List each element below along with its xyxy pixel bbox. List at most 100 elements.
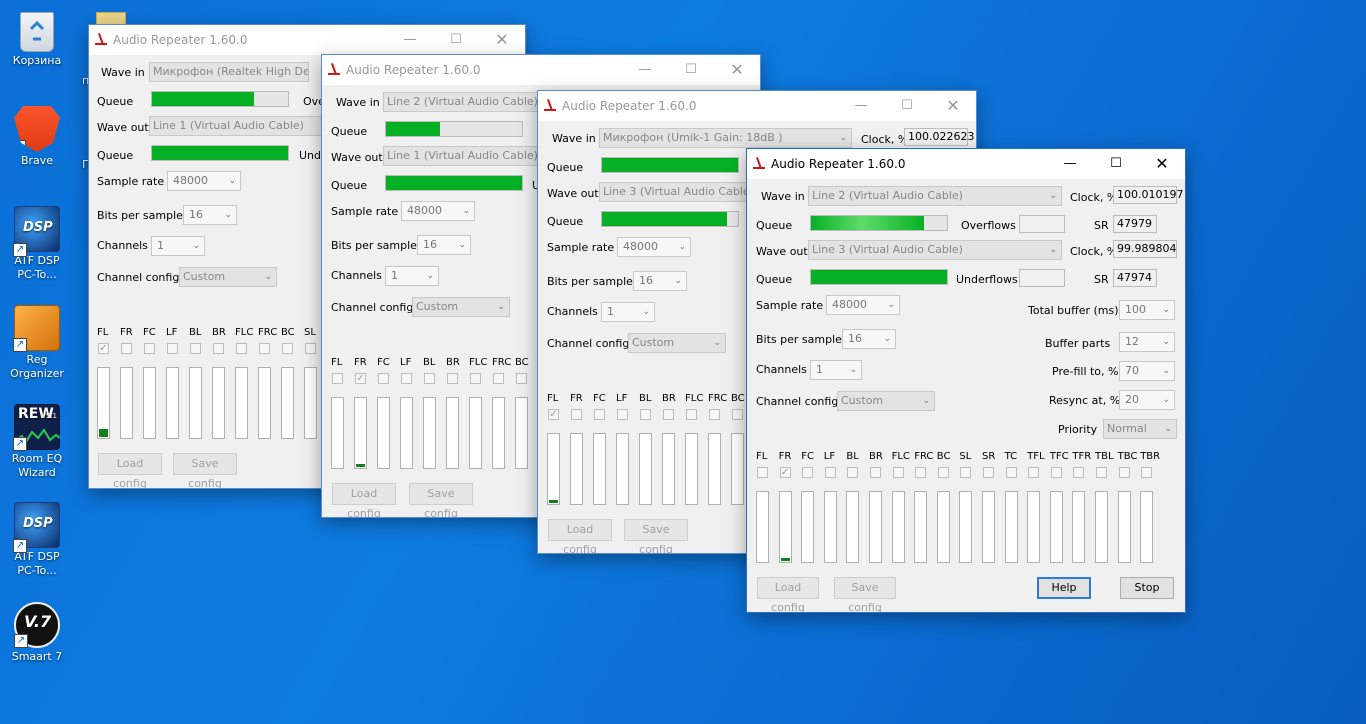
channel-checkbox-sl[interactable] <box>305 343 316 354</box>
channels-select[interactable]: 1 ⌄ <box>810 360 862 380</box>
maximize-button[interactable]: ☐ <box>668 55 714 85</box>
channel-checkbox-tc[interactable] <box>1005 467 1017 478</box>
wave-in-select[interactable]: Микрофон (Realtek High Definiti <box>149 62 309 82</box>
channel-config-select[interactable]: Custom ⌄ <box>628 333 726 353</box>
channel-checkbox-frc[interactable] <box>493 373 504 384</box>
channel-checkbox-tfc[interactable] <box>1050 467 1062 478</box>
channel-checkbox-br[interactable] <box>213 343 224 354</box>
bits-select[interactable]: 16 ⌄ <box>633 271 687 291</box>
wave-out-select[interactable]: Line 3 (Virtual Audio Cable) <box>599 182 749 202</box>
help-button[interactable]: Help <box>1037 577 1091 599</box>
channel-checkbox-tfl[interactable] <box>1028 467 1040 478</box>
channel-checkbox-bl[interactable] <box>424 373 435 384</box>
channels-select[interactable]: 1 ⌄ <box>151 236 205 256</box>
channel-checkbox-sl[interactable] <box>960 467 972 478</box>
sample-rate-select[interactable]: 48000 ⌄ <box>167 171 241 191</box>
channel-checkbox-tbl[interactable] <box>1096 467 1107 478</box>
close-button[interactable]: ✕ <box>1139 149 1185 179</box>
load-config-button[interactable]: Load config <box>548 519 612 553</box>
desktop-icon-atf-dsp-1[interactable]: DSP ↗ ATF DSP PC-To... <box>6 206 68 282</box>
wave-in-select[interactable]: Line 2 (Virtual Audio Cable) <box>383 92 543 112</box>
channel-checkbox-lf[interactable] <box>824 467 836 478</box>
channel-checkbox-flc[interactable] <box>892 467 904 478</box>
channel-checkbox-tbr[interactable] <box>1141 467 1153 478</box>
wave-in-select[interactable]: Микрофон (Umik-1 Gain: 18dB ) ⌄ <box>599 128 852 148</box>
desktop-icon-atf-dsp-2[interactable]: DSP ↗ ATF DSP PC-To... <box>6 502 68 578</box>
wave-out-select[interactable]: Line 1 (Virtual Audio Cable) <box>149 116 329 136</box>
channel-checkbox-frc[interactable] <box>259 343 270 354</box>
title-bar[interactable]: Audio Repeater 1.60.0 — ☐ ✕ <box>322 55 760 85</box>
channel-checkbox-sr[interactable] <box>983 467 994 478</box>
channel-checkbox-tfr[interactable] <box>1073 467 1085 478</box>
maximize-button[interactable]: ☐ <box>884 91 930 121</box>
channel-checkbox-br[interactable] <box>663 409 674 420</box>
close-button[interactable]: ✕ <box>930 91 976 121</box>
sample-rate-select[interactable]: 48000 ⌄ <box>617 237 691 257</box>
wave-out-select[interactable]: Line 1 (Virtual Audio Cable) <box>383 146 543 166</box>
channel-checkbox-frc[interactable] <box>915 467 927 478</box>
channel-checkbox-flc[interactable] <box>686 409 697 420</box>
channel-checkbox-fr[interactable] <box>121 343 132 354</box>
save-config-button[interactable]: Save config <box>624 519 688 553</box>
bits-select[interactable]: 16 ⌄ <box>183 205 237 225</box>
channel-checkbox-fl[interactable]: ✓ <box>548 409 559 420</box>
channel-checkbox-bl[interactable] <box>190 343 201 354</box>
title-bar[interactable]: Audio Repeater 1.60.0 — ☐ ✕ <box>747 149 1185 179</box>
channel-config-select[interactable]: Custom ⌄ <box>837 391 935 411</box>
close-button[interactable]: ✕ <box>714 55 760 85</box>
sample-rate-select[interactable]: 48000 ⌄ <box>826 295 900 315</box>
total-buffer-select[interactable]: 100 ⌄ <box>1119 300 1175 320</box>
channel-checkbox-bc[interactable] <box>937 467 949 478</box>
maximize-button[interactable]: ☐ <box>1093 149 1139 179</box>
channel-checkbox-bl[interactable] <box>640 409 651 420</box>
channel-checkbox-fc[interactable] <box>378 373 389 384</box>
title-bar[interactable]: Audio Repeater 1.60.0 — ☐ ✕ <box>89 25 525 55</box>
channel-checkbox-bl[interactable] <box>847 467 859 478</box>
sample-rate-select[interactable]: 48000 ⌄ <box>401 201 475 221</box>
channel-config-select[interactable]: Custom ⌄ <box>179 267 277 287</box>
channel-checkbox-bc[interactable] <box>516 373 527 384</box>
resync-select[interactable]: 20 ⌄ <box>1119 390 1175 410</box>
channel-checkbox-fc[interactable] <box>144 343 155 354</box>
channel-checkbox-fc[interactable] <box>594 409 605 420</box>
buffer-parts-select[interactable]: 12 ⌄ <box>1119 332 1175 352</box>
title-bar[interactable]: Audio Repeater 1.60.0 — ☐ ✕ <box>538 91 976 121</box>
wave-out-select[interactable]: Line 3 (Virtual Audio Cable) ⌄ <box>808 240 1062 260</box>
channel-checkbox-lf[interactable] <box>167 343 178 354</box>
channel-checkbox-br[interactable] <box>447 373 458 384</box>
minimize-button[interactable]: — <box>622 55 668 85</box>
desktop-icon-room-eq-wizard[interactable]: REW V5.1 ↗ Room EQ Wizard <box>6 404 68 480</box>
audio-repeater-window-4[interactable]: Audio Repeater 1.60.0 — ☐ ✕ Wave in Line… <box>746 148 1186 613</box>
save-config-button[interactable]: Save config <box>173 453 237 488</box>
save-config-button[interactable]: Save config <box>409 483 473 517</box>
channels-select[interactable]: 1 ⌄ <box>601 302 655 322</box>
channels-select[interactable]: 1 ⌄ <box>385 266 439 286</box>
save-config-button[interactable]: Save config <box>834 577 896 612</box>
maximize-button[interactable]: ☐ <box>433 25 479 55</box>
stop-button[interactable]: Stop <box>1120 577 1174 599</box>
channel-checkbox-flc[interactable] <box>470 373 481 384</box>
channel-checkbox-fr[interactable]: ✓ <box>355 373 366 384</box>
minimize-button[interactable]: — <box>1047 149 1093 179</box>
prefill-select[interactable]: 70 ⌄ <box>1119 361 1175 381</box>
bits-select[interactable]: 16 ⌄ <box>417 235 471 255</box>
load-config-button[interactable]: Load config <box>98 453 162 488</box>
desktop-icon-recycle-bin[interactable]: Корзина <box>6 8 68 68</box>
close-button[interactable]: ✕ <box>479 25 525 55</box>
channel-checkbox-fr[interactable] <box>571 409 582 420</box>
minimize-button[interactable]: — <box>387 25 433 55</box>
channel-checkbox-fl[interactable] <box>332 373 343 384</box>
channel-checkbox-frc[interactable] <box>709 409 720 420</box>
load-config-button[interactable]: Load config <box>332 483 396 517</box>
channel-checkbox-tbc[interactable] <box>1118 467 1130 478</box>
desktop-icon-smaart[interactable]: V.7 ↗ Smaart 7 <box>6 602 68 664</box>
channel-checkbox-lf[interactable] <box>617 409 628 420</box>
channel-checkbox-bc[interactable] <box>732 409 743 420</box>
channel-checkbox-fl[interactable]: ✓ <box>98 343 109 354</box>
channel-checkbox-bc[interactable] <box>282 343 293 354</box>
channel-checkbox-lf[interactable] <box>401 373 412 384</box>
channel-checkbox-flc[interactable] <box>236 343 247 354</box>
channel-checkbox-fr[interactable]: ✓ <box>779 467 791 478</box>
channel-checkbox-fl[interactable] <box>757 467 768 478</box>
channel-checkbox-br[interactable] <box>870 467 881 478</box>
